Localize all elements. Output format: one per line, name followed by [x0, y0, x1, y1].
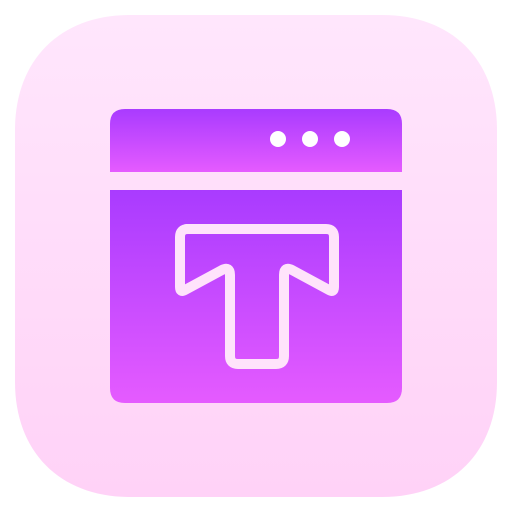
browser-content-area [110, 190, 402, 403]
window-dot [270, 131, 286, 147]
app-icon [0, 0, 512, 512]
window-dot [302, 131, 318, 147]
window-dots [270, 131, 350, 147]
browser-title-bar [110, 109, 402, 172]
window-dot [334, 131, 350, 147]
browser-text-icon-svg [15, 15, 497, 497]
